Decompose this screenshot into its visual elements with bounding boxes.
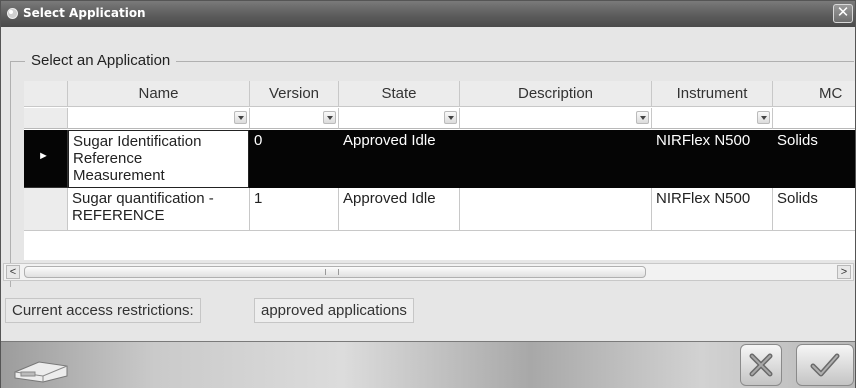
chevron-down-icon[interactable] xyxy=(234,111,247,124)
column-header-description[interactable]: Description xyxy=(460,81,652,107)
cell-name[interactable]: Sugar Identification Reference Measureme… xyxy=(68,130,249,188)
scroll-right-button[interactable]: > xyxy=(837,265,851,279)
column-divider xyxy=(772,188,773,231)
column-divider xyxy=(651,188,652,231)
close-button[interactable]: ✕ xyxy=(833,4,853,23)
filter-description[interactable] xyxy=(460,108,652,129)
cell-description[interactable] xyxy=(460,130,652,134)
column-divider xyxy=(249,188,250,231)
cell-name-line: REFERENCE xyxy=(72,207,165,224)
checkmark-icon xyxy=(810,353,840,377)
cell-version[interactable]: 1 xyxy=(250,188,339,209)
chevron-down-icon[interactable] xyxy=(323,111,336,124)
cell-name-line: Measurement xyxy=(73,167,165,184)
cell-mc[interactable]: Solids xyxy=(773,130,855,151)
column-divider xyxy=(338,188,339,231)
cell-instrument[interactable]: NIRFlex N500 xyxy=(652,130,773,151)
cell-name-line: Sugar quantification - xyxy=(72,190,214,207)
grid-corner-header xyxy=(24,81,68,107)
instrument-logo-icon xyxy=(14,361,68,383)
row-header-2[interactable] xyxy=(24,188,68,231)
column-divider xyxy=(459,188,460,231)
window-title: Select Application xyxy=(23,6,146,20)
column-header-state[interactable]: State xyxy=(339,81,460,107)
row-header-1[interactable]: ► xyxy=(24,130,68,188)
scroll-left-button[interactable]: < xyxy=(6,265,20,279)
horizontal-scrollbar[interactable]: < > xyxy=(3,263,854,281)
filter-version[interactable] xyxy=(250,108,339,129)
filter-mc[interactable] xyxy=(773,108,855,129)
cell-name[interactable]: Sugar quantification - REFERENCE xyxy=(68,188,250,226)
scrollbar-thumb[interactable] xyxy=(24,266,646,278)
column-header-instrument[interactable]: Instrument xyxy=(652,81,773,107)
select-application-dialog: Select Application ✕ Select an Applicati… xyxy=(0,0,856,388)
applications-grid[interactable]: Name Version State Description Instrumen… xyxy=(24,81,855,260)
cell-instrument[interactable]: NIRFlex N500 xyxy=(652,188,773,209)
filter-row-header xyxy=(24,108,68,129)
chevron-down-icon[interactable] xyxy=(757,111,770,124)
cell-name-line: Reference xyxy=(73,150,143,167)
access-restrictions-value: approved applications xyxy=(254,298,414,323)
chevron-down-icon[interactable] xyxy=(636,111,649,124)
cell-name-line: Sugar Identification xyxy=(73,133,202,150)
cell-state[interactable]: Approved Idle xyxy=(339,188,460,209)
cell-description[interactable] xyxy=(460,188,652,192)
access-restrictions-label: Current access restrictions: xyxy=(5,298,201,323)
group-label: Select an Application xyxy=(25,52,177,69)
row-divider xyxy=(24,230,855,231)
cancel-button[interactable] xyxy=(740,344,782,386)
cell-state[interactable]: Approved Idle xyxy=(339,130,460,151)
filter-state[interactable] xyxy=(339,108,460,129)
chevron-down-icon[interactable] xyxy=(444,111,457,124)
grip-icon xyxy=(325,269,339,275)
current-row-indicator-icon: ► xyxy=(38,150,49,162)
cell-mc[interactable]: Solids xyxy=(773,188,855,209)
filter-instrument[interactable] xyxy=(652,108,773,129)
footer-bar xyxy=(1,341,855,388)
column-header-name[interactable]: Name xyxy=(68,81,250,107)
column-header-version[interactable]: Version xyxy=(250,81,339,107)
column-header-mc[interactable]: MC xyxy=(773,81,855,107)
cancel-x-icon xyxy=(749,353,773,377)
ok-button[interactable] xyxy=(796,344,854,386)
title-bar: Select Application ✕ xyxy=(1,1,855,27)
cell-version[interactable]: 0 xyxy=(250,130,339,151)
filter-name[interactable] xyxy=(68,108,250,129)
app-window-icon xyxy=(7,8,18,19)
